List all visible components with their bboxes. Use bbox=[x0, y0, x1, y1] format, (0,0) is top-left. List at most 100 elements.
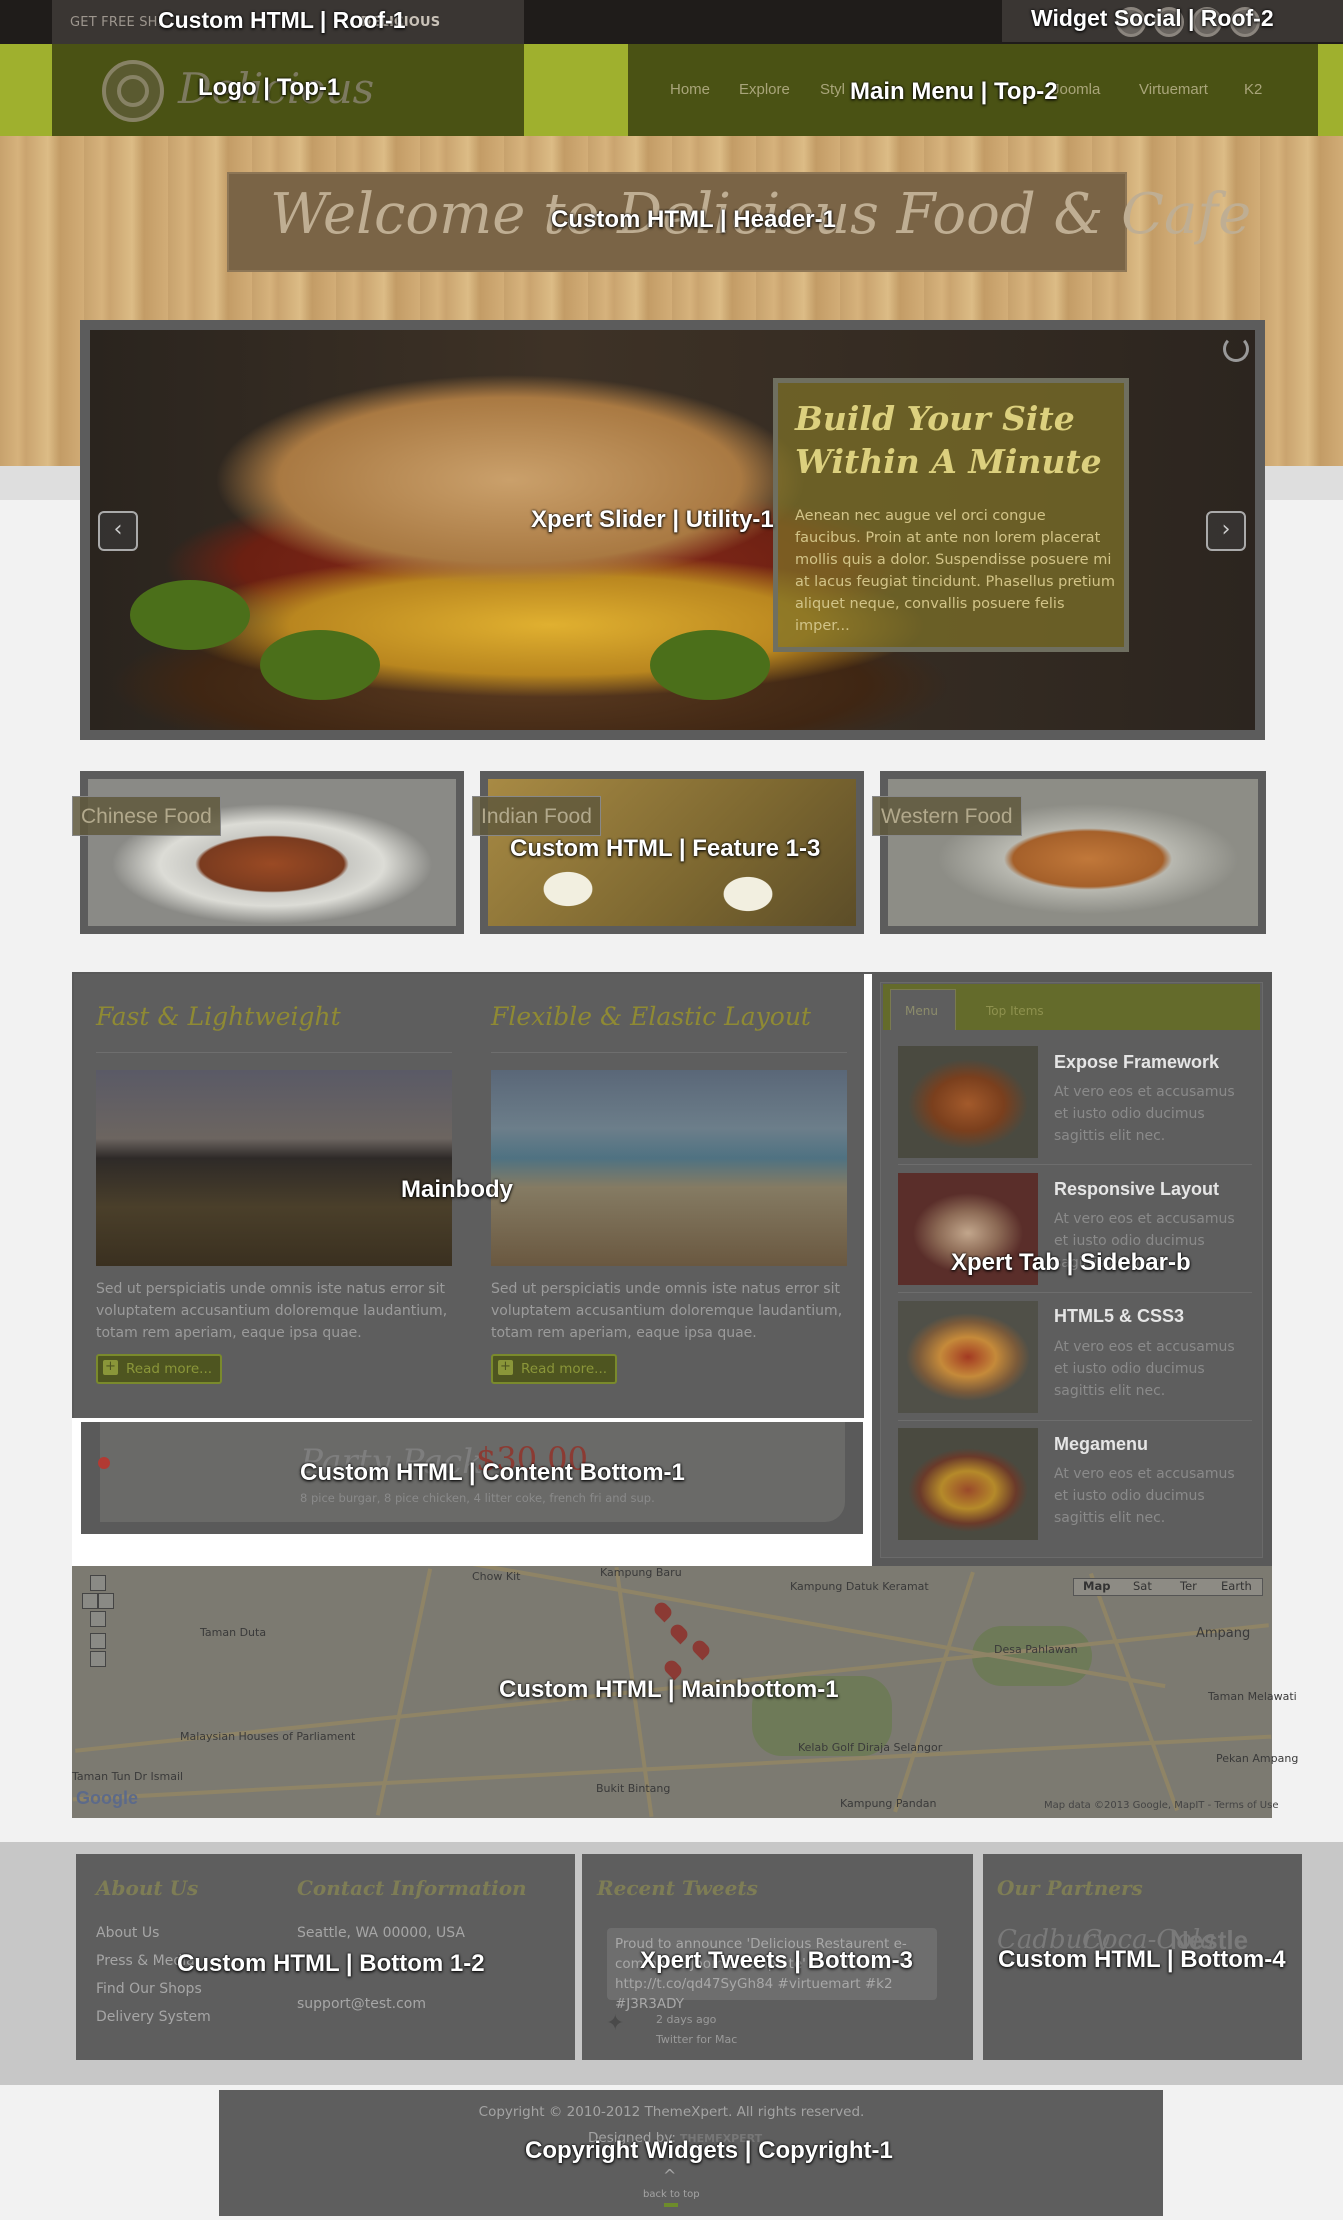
mainbody-label: Mainbody bbox=[401, 1176, 513, 1203]
map-road bbox=[893, 1571, 975, 1813]
sidebar-label: Xpert Tab | Sidebar-b bbox=[951, 1249, 1191, 1276]
nav-styles[interactable]: Styl bbox=[820, 81, 845, 98]
map-type-earth[interactable]: Earth bbox=[1221, 1579, 1252, 1593]
pin-icon bbox=[98, 1457, 110, 1469]
divider bbox=[898, 1292, 1252, 1293]
column-title: Fast & Lightweight bbox=[96, 1002, 341, 1031]
sidebar-item-desc: At vero eos et accusamus et iusto odio d… bbox=[1054, 1339, 1235, 1399]
roof2-label: Widget Social | Roof-2 bbox=[1031, 5, 1274, 31]
partners-label: Custom HTML | Bottom-4 bbox=[998, 1946, 1286, 1973]
sidebar-item-image[interactable] bbox=[898, 1428, 1038, 1540]
map-pan-up-icon[interactable] bbox=[90, 1575, 106, 1591]
read-more-button[interactable]: Read more... bbox=[491, 1354, 617, 1384]
back-to-top-bar bbox=[664, 2203, 678, 2207]
read-more-button[interactable]: Read more... bbox=[96, 1354, 222, 1384]
content-bottom-label: Custom HTML | Content Bottom-1 bbox=[300, 1459, 685, 1486]
contact-title: Contact Information bbox=[297, 1876, 527, 1900]
map-place: Kampung Datuk Keramat bbox=[790, 1580, 929, 1593]
map-type-sat[interactable]: Sat bbox=[1133, 1579, 1152, 1593]
divider bbox=[491, 1052, 847, 1053]
map-place: Desa Pahlawan bbox=[994, 1643, 1078, 1656]
map-road bbox=[72, 1734, 1272, 1802]
feature-tag-chinese[interactable]: Chinese Food bbox=[72, 796, 221, 836]
tab-top-items[interactable]: Top Items bbox=[986, 1004, 1044, 1018]
sidebar-item-title[interactable]: Expose Framework bbox=[1054, 1052, 1219, 1073]
contact-address: Seattle, WA 00000, USA bbox=[297, 1925, 465, 1941]
nav-home[interactable]: Home bbox=[670, 81, 710, 98]
slider-label: Xpert Slider | Utility-1 bbox=[531, 506, 774, 533]
feature-tag-western[interactable]: Western Food bbox=[872, 796, 1022, 836]
divider bbox=[898, 1420, 1252, 1421]
nav-joomla[interactable]: Joomla bbox=[1052, 81, 1100, 98]
map-label: Custom HTML | Mainbottom-1 bbox=[499, 1676, 839, 1703]
partners-title: Our Partners bbox=[997, 1876, 1143, 1900]
green-accent-right bbox=[1318, 44, 1343, 136]
feature-tag-indian[interactable]: Indian Food bbox=[472, 796, 601, 836]
map-zoom-in-icon[interactable] bbox=[90, 1633, 106, 1649]
sidebar-item-image[interactable] bbox=[898, 1301, 1038, 1413]
menu-label: Main Menu | Top-2 bbox=[850, 78, 1058, 105]
sidebar-item-title[interactable]: Responsive Layout bbox=[1054, 1179, 1219, 1200]
map-place: Bukit Bintang bbox=[596, 1782, 671, 1795]
nav-explore[interactable]: Explore bbox=[739, 81, 790, 98]
map-place: Pekan Ampang bbox=[1216, 1752, 1299, 1765]
tweets-title: Recent Tweets bbox=[597, 1876, 758, 1900]
roof1-label: Custom HTML | Roof-1 bbox=[158, 7, 406, 33]
map-pan-left-icon[interactable] bbox=[82, 1593, 98, 1609]
bottom12-label: Custom HTML | Bottom 1-2 bbox=[177, 1950, 485, 1977]
map-place: Taman Tun Dr Ismail bbox=[72, 1770, 184, 1783]
map-pan-right-icon[interactable] bbox=[98, 1593, 114, 1609]
map-copyright[interactable]: Map data ©2013 Google, MapIT - Terms of … bbox=[1044, 1800, 1279, 1811]
beach-dining-image[interactable] bbox=[491, 1070, 847, 1266]
sidebar-item-desc: At vero eos et accusamus et iusto odio d… bbox=[1054, 1466, 1235, 1526]
party-pack-desc: 8 pice burgar, 8 pice chicken, 4 litter … bbox=[300, 1491, 655, 1505]
nav-k2[interactable]: K2 bbox=[1244, 81, 1262, 98]
map-place: Kelab Golf Diraja Selangor bbox=[798, 1741, 943, 1754]
slider-caption-body: Aenean nec augue vel orci congue faucibu… bbox=[795, 508, 1115, 634]
green-accent-left bbox=[0, 44, 52, 136]
map-place: Malaysian Houses of Parliament bbox=[180, 1730, 356, 1743]
slider-prev-button[interactable]: ‹ bbox=[98, 511, 138, 551]
map-type-ter[interactable]: Ter bbox=[1180, 1579, 1197, 1593]
lettuce-shape bbox=[260, 630, 380, 700]
roof-promo-prefix: GET FREE SHI bbox=[70, 15, 162, 30]
column-title: Flexible & Elastic Layout bbox=[491, 1002, 811, 1031]
map-type-map[interactable]: Map bbox=[1083, 1579, 1110, 1593]
divider bbox=[96, 1052, 452, 1053]
slider-caption-title: Build Your Site Within A Minute bbox=[795, 399, 1102, 481]
nav-virtuemart[interactable]: Virtuemart bbox=[1139, 81, 1208, 98]
about-link[interactable]: Find Our Shops bbox=[96, 1981, 202, 1997]
sidebar-item-title[interactable]: Megamenu bbox=[1054, 1434, 1148, 1455]
map-road bbox=[1089, 1572, 1179, 1812]
cup-icon bbox=[117, 75, 149, 107]
map-zoom-out-icon[interactable] bbox=[90, 1651, 106, 1667]
lettuce-shape bbox=[650, 630, 770, 700]
sidebar-item-desc: At vero eos et accusamus et iusto odio d… bbox=[1054, 1084, 1235, 1144]
column-text: Sed ut perspiciatis unde omnis iste natu… bbox=[491, 1281, 843, 1341]
header-label: Custom HTML | Header-1 bbox=[551, 206, 836, 233]
about-link[interactable]: Delivery System bbox=[96, 2009, 211, 2025]
back-to-top-link[interactable]: back to top bbox=[643, 2189, 700, 2200]
map-place: Chow Kit bbox=[472, 1570, 521, 1583]
map-place: Kampung Pandan bbox=[840, 1797, 937, 1810]
map-place: Ampang bbox=[1196, 1626, 1251, 1641]
about-link[interactable]: About Us bbox=[96, 1925, 159, 1941]
sidebar-item-image[interactable] bbox=[898, 1046, 1038, 1158]
restaurant-image[interactable] bbox=[96, 1070, 452, 1266]
tab-menu[interactable]: Menu bbox=[890, 989, 956, 1030]
map-pan-down-icon[interactable] bbox=[90, 1611, 106, 1627]
map-place: Kampung Baru bbox=[600, 1566, 682, 1579]
tweet-time[interactable]: 2 days ago bbox=[656, 2013, 716, 2026]
google-logo[interactable]: Google bbox=[76, 1788, 138, 1809]
tweets-label: Xpert Tweets | Bottom-3 bbox=[640, 1947, 913, 1974]
back-to-top-icon[interactable]: ^ bbox=[663, 2166, 676, 2185]
twitter-bird-icon: ✦ bbox=[606, 2011, 625, 2036]
logo-label: Logo | Top-1 bbox=[198, 74, 341, 101]
sidebar-item-title[interactable]: HTML5 & CSS3 bbox=[1054, 1306, 1184, 1327]
slider-next-button[interactable]: › bbox=[1206, 511, 1246, 551]
copyright-label: Copyright Widgets | Copyright-1 bbox=[525, 2137, 893, 2164]
contact-email[interactable]: support@test.com bbox=[297, 1996, 426, 2012]
lettuce-shape bbox=[130, 580, 250, 650]
tweet-via[interactable]: Twitter for Mac bbox=[656, 2033, 737, 2046]
divider bbox=[898, 1164, 1252, 1165]
